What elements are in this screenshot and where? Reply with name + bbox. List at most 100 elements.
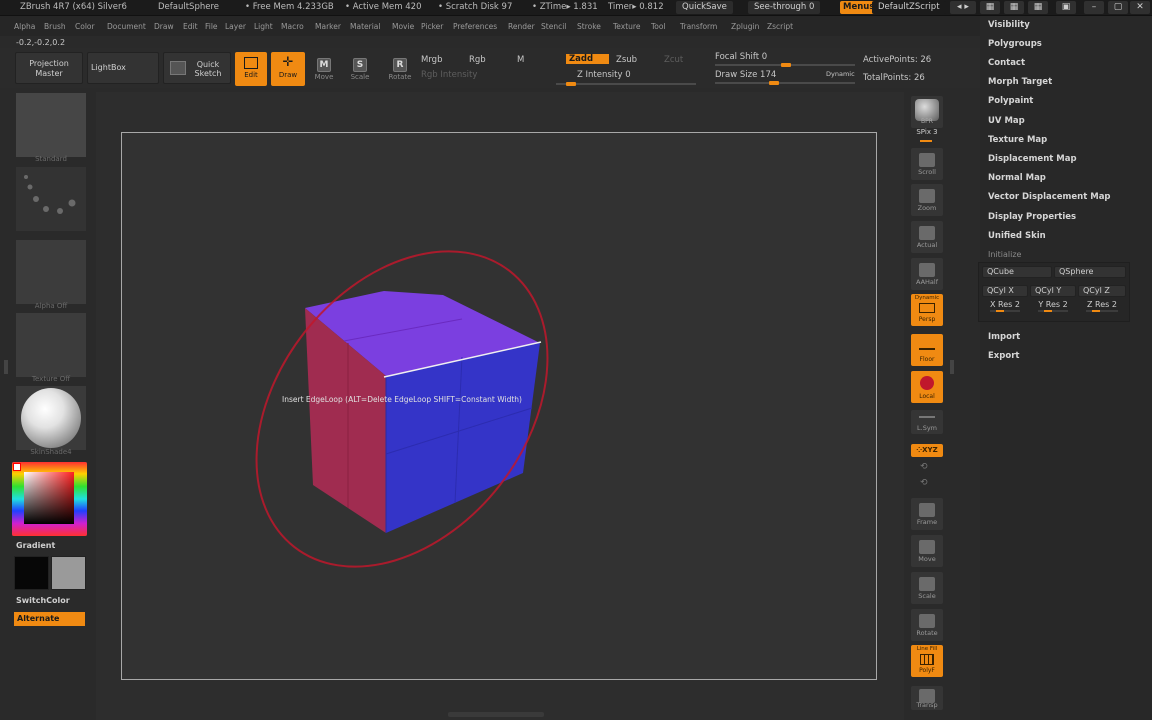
bpr-button[interactable]: BPR	[911, 96, 943, 128]
vector-displacement-map-menu[interactable]: Vector Displacement Map	[988, 192, 1111, 202]
menu-file[interactable]: File	[205, 22, 218, 31]
alpha-thumbnail[interactable]	[15, 239, 87, 305]
polypaint-menu[interactable]: Polypaint	[988, 96, 1033, 106]
morph-target-menu[interactable]: Morph Target	[988, 77, 1052, 87]
xyz-button[interactable]: ⁘XYZ	[911, 444, 943, 457]
polygroups-menu[interactable]: Polygroups	[988, 39, 1042, 49]
menu-layer[interactable]: Layer	[225, 22, 246, 31]
menu-draw[interactable]: Draw	[154, 22, 174, 31]
menu-tool[interactable]: Tool	[651, 22, 666, 31]
x-res-knob[interactable]	[996, 310, 1004, 312]
secondary-color-swatch[interactable]	[51, 556, 86, 590]
menu-color[interactable]: Color	[75, 22, 95, 31]
menu-brush[interactable]: Brush	[44, 22, 66, 31]
layout-button-icon[interactable]: ▦	[980, 1, 1000, 14]
menu-light[interactable]: Light	[254, 22, 273, 31]
menu-render[interactable]: Render	[508, 22, 535, 31]
menu-alpha[interactable]: Alpha	[14, 22, 35, 31]
y-res-knob[interactable]	[1044, 310, 1052, 312]
rgb-button[interactable]: Rgb	[469, 55, 486, 65]
see-through-slider[interactable]: See-through 0	[748, 1, 821, 14]
rgb-intensity-slider[interactable]: Rgb Intensity	[421, 70, 477, 80]
displacement-map-menu[interactable]: Displacement Map	[988, 154, 1077, 164]
focal-shift-track[interactable]	[715, 63, 855, 67]
bottom-tray-handle[interactable]	[448, 712, 544, 717]
contact-menu[interactable]: Contact	[988, 58, 1025, 68]
local-button[interactable]: Local	[911, 371, 943, 403]
polyf-button[interactable]: Line Fill PolyF	[911, 645, 943, 677]
rotate-axis-y-icon[interactable]: ⟲	[920, 462, 928, 472]
mrgb-button[interactable]: Mrgb	[421, 55, 442, 65]
default-zscript-button[interactable]: DefaultZScript	[872, 1, 946, 14]
help-icon[interactable]: ▣	[1056, 1, 1076, 14]
alternate-button[interactable]: Alternate	[14, 612, 85, 626]
menu-picker[interactable]: Picker	[421, 22, 443, 31]
x-res-slider[interactable]: X Res 2	[982, 300, 1028, 312]
qcyl-y-button[interactable]: QCyl Y	[1030, 285, 1076, 297]
menu-edit[interactable]: Edit	[183, 22, 198, 31]
initialize-header[interactable]: Initialize	[988, 250, 1021, 259]
zcut-button[interactable]: Zcut	[664, 55, 683, 65]
minimize-icon[interactable]: –	[1084, 1, 1104, 14]
menu-marker[interactable]: Marker	[315, 22, 341, 31]
z-res-knob[interactable]	[1092, 310, 1100, 312]
menu-zplugin[interactable]: Zplugin	[731, 22, 759, 31]
color-picker[interactable]	[12, 462, 87, 536]
qcyl-x-button[interactable]: QCyl X	[982, 285, 1028, 297]
brush-thumbnail[interactable]	[15, 92, 87, 158]
right-tray-handle[interactable]	[950, 360, 954, 374]
draw-size-knob[interactable]	[769, 81, 779, 85]
lightbox-button[interactable]: LightBox	[87, 52, 159, 84]
zsub-button[interactable]: Zsub	[616, 55, 637, 65]
layout-button-icon[interactable]: ▦	[1028, 1, 1048, 14]
display-properties-menu[interactable]: Display Properties	[988, 212, 1076, 222]
menu-macro[interactable]: Macro	[281, 22, 304, 31]
layout-arrows-icon[interactable]: ◂ ▸	[950, 1, 976, 14]
dynamic-toggle[interactable]: Dynamic	[826, 70, 855, 78]
menu-texture[interactable]: Texture	[613, 22, 640, 31]
z-res-slider[interactable]: Z Res 2	[1078, 300, 1126, 312]
focal-shift-knob[interactable]	[781, 63, 791, 67]
uv-map-menu[interactable]: UV Map	[988, 116, 1025, 126]
quick-sketch-button[interactable]: Quick Sketch	[163, 52, 231, 84]
rotate-button[interactable]: R Rotate	[385, 54, 415, 84]
zadd-button[interactable]: Zadd	[566, 54, 610, 64]
layout-button-icon[interactable]: ▦	[1004, 1, 1024, 14]
persp-button[interactable]: Dynamic Persp	[911, 294, 943, 326]
move-button[interactable]: M Move	[309, 54, 339, 84]
draw-size-track[interactable]	[715, 81, 855, 85]
menu-stencil[interactable]: Stencil	[541, 22, 566, 31]
document-viewport[interactable]	[121, 132, 877, 680]
rotate-axis-z-icon[interactable]: ⟲	[920, 478, 928, 488]
import-menu[interactable]: Import	[988, 332, 1020, 342]
material-thumbnail[interactable]	[15, 385, 87, 451]
spix-slider-knob[interactable]	[920, 140, 932, 142]
qcube-button[interactable]: QCube	[982, 266, 1052, 278]
gradient-label[interactable]: Gradient	[16, 541, 55, 550]
z-intensity-knob[interactable]	[566, 82, 576, 86]
texture-thumbnail[interactable]	[15, 312, 87, 378]
z-intensity-slider[interactable]: Z Intensity 0	[577, 70, 631, 80]
draw-size-slider[interactable]: Draw Size 174	[715, 70, 776, 80]
close-icon[interactable]: ✕	[1130, 1, 1150, 14]
qsphere-button[interactable]: QSphere	[1054, 266, 1126, 278]
edit-button[interactable]: Edit	[235, 52, 267, 86]
z-intensity-track[interactable]	[556, 82, 696, 86]
unified-skin-menu[interactable]: Unified Skin	[988, 231, 1046, 241]
menu-stroke[interactable]: Stroke	[577, 22, 601, 31]
m-button[interactable]: M	[517, 55, 524, 65]
y-res-track[interactable]	[1038, 310, 1068, 312]
floor-button[interactable]: Floor	[911, 334, 943, 366]
maximize-icon[interactable]: ▢	[1108, 1, 1128, 14]
draw-button[interactable]: ✛ Draw	[271, 52, 305, 86]
menu-zscript[interactable]: Zscript	[767, 22, 793, 31]
x-res-track[interactable]	[990, 310, 1020, 312]
switch-color-button[interactable]: SwitchColor	[16, 596, 70, 605]
saturation-square[interactable]	[24, 472, 74, 524]
qcyl-z-button[interactable]: QCyl Z	[1078, 285, 1126, 297]
focal-shift-slider[interactable]: Focal Shift 0	[715, 52, 767, 62]
projection-master-button[interactable]: Projection Master	[15, 52, 83, 84]
export-menu[interactable]: Export	[988, 351, 1019, 361]
stroke-thumbnail[interactable]	[15, 166, 87, 232]
y-res-slider[interactable]: Y Res 2	[1030, 300, 1076, 312]
